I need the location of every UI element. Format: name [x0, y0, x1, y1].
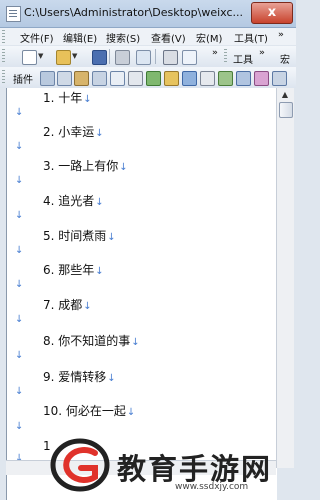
menu-edit[interactable]: 编辑(E) [63, 30, 97, 45]
empty-paragraph-mark: ↓ [15, 141, 24, 152]
standard-toolbar: ▼ ▼ » 工具 » 宏 [0, 46, 296, 67]
line-break-mark: ↓ [83, 94, 92, 105]
plugin-e-icon[interactable] [110, 71, 125, 86]
toolbar-grip [2, 70, 5, 85]
plugin-g-icon[interactable] [146, 71, 161, 86]
menu-file[interactable]: 文件(F) [20, 30, 54, 45]
print-preview-icon[interactable] [136, 50, 151, 65]
text-line-5: 5. 时间煮雨↓ [43, 227, 116, 244]
line-break-mark: ↓ [95, 197, 104, 208]
line-break-mark: ↓ [119, 162, 128, 173]
plugin-h-icon[interactable] [164, 71, 179, 86]
empty-paragraph-mark: ↓ [15, 107, 24, 118]
open-dropdown-icon[interactable]: ▼ [72, 52, 77, 60]
text-line-6: 6. 那些年↓ [43, 261, 104, 278]
plugin-c-icon[interactable] [74, 71, 89, 86]
menu-macro[interactable]: 宏(M) [196, 30, 222, 45]
line-text: 2. 小幸运 [43, 125, 95, 139]
plugin-b-icon[interactable] [57, 71, 72, 86]
line-text: 6. 那些年 [43, 263, 95, 277]
line-break-mark: ↓ [95, 128, 104, 139]
tools-toolbar-label: 工具 [233, 55, 253, 66]
empty-paragraph-mark: ↓ [15, 245, 24, 256]
line-text: 1. 十年 [43, 91, 83, 105]
window-title: C:\Users\Administrator\Desktop\weixc... [24, 6, 244, 19]
toolbar-grip [224, 49, 227, 64]
text-line-3: 3. 一路上有你↓ [43, 157, 128, 174]
line-break-mark: ↓ [107, 373, 116, 384]
plugin-k-icon[interactable] [218, 71, 233, 86]
plugin-n-icon[interactable] [272, 71, 287, 86]
line-text: 4. 追光者 [43, 194, 95, 208]
text-line-1: 1. 十年↓ [43, 89, 92, 106]
text-line-9: 9. 爱情转移↓ [43, 368, 116, 385]
line-break-mark: ↓ [83, 301, 92, 312]
text-line-2: 2. 小幸运↓ [43, 123, 104, 140]
toolbar-grip [2, 49, 5, 64]
scroll-thumb[interactable] [279, 102, 293, 118]
plugin-f-icon[interactable] [128, 71, 143, 86]
print-icon[interactable] [115, 50, 130, 65]
toolbar-overflow-chevron-icon[interactable]: » [212, 48, 218, 58]
line-text: 7. 成都 [43, 298, 83, 312]
menu-view[interactable]: 查看(V) [151, 30, 186, 45]
plugin-m-icon[interactable] [254, 71, 269, 86]
plugin-l-icon[interactable] [236, 71, 251, 86]
toolbar-separator [109, 49, 110, 64]
menu-bar: 文件(F) 编辑(E) 搜索(S) 查看(V) 宏(M) 工具(T) » [0, 28, 296, 45]
line-text: 8. 你不知道的事 [43, 334, 131, 348]
copy-icon[interactable] [182, 50, 197, 65]
watermark-url: www.ssdxjy.com [175, 482, 249, 492]
menu-search[interactable]: 搜索(S) [106, 30, 140, 45]
empty-paragraph-mark: ↓ [15, 314, 24, 325]
text-line-7: 7. 成都↓ [43, 296, 92, 313]
line-text: 10. 何必在一起 [43, 404, 126, 418]
line-break-mark: ↓ [95, 266, 104, 277]
plugin-a-icon[interactable] [40, 71, 55, 86]
new-dropdown-icon[interactable]: ▼ [38, 52, 43, 60]
plugins-toolbar-label: 插件 [13, 75, 33, 86]
plugins-toolbar: 插件 [0, 67, 296, 88]
editor-text-area[interactable]: 1. 十年↓ ↓ 2. 小幸运↓ ↓ 3. 一路上有你↓ ↓ 4. 追光者↓ ↓… [6, 88, 277, 500]
open-folder-icon[interactable] [56, 50, 71, 65]
line-text: 5. 时间煮雨 [43, 229, 107, 243]
text-line-4: 4. 追光者↓ [43, 192, 104, 209]
empty-paragraph-mark: ↓ [15, 279, 24, 290]
new-file-icon[interactable] [22, 50, 37, 65]
close-button[interactable]: x [251, 2, 293, 24]
line-break-mark: ↓ [131, 337, 140, 348]
title-bar: C:\Users\Administrator\Desktop\weixc... … [0, 0, 296, 28]
empty-paragraph-mark: ↓ [15, 210, 24, 221]
toolbar-separator [155, 49, 156, 64]
empty-paragraph-mark: ↓ [15, 386, 24, 397]
menu-grip [2, 30, 5, 43]
macro-toolbar-label: 宏 [280, 55, 290, 66]
vertical-scrollbar[interactable]: ▲ [276, 88, 294, 468]
notepad-app-icon [6, 6, 21, 22]
tools-overflow-chevron-icon[interactable]: » [259, 48, 265, 58]
line-text: 9. 爱情转移 [43, 370, 107, 384]
plugin-d-icon[interactable] [92, 71, 107, 86]
text-line-10: 10. 何必在一起↓ [43, 402, 135, 419]
menu-overflow-chevron-icon[interactable]: » [278, 30, 284, 40]
line-text: 3. 一路上有你 [43, 159, 119, 173]
text-line-8: 8. 你不知道的事↓ [43, 332, 140, 349]
empty-paragraph-mark: ↓ [15, 421, 24, 432]
scroll-up-arrow-icon[interactable]: ▲ [279, 89, 291, 101]
menu-tools[interactable]: 工具(T) [234, 30, 268, 45]
save-icon[interactable] [92, 50, 107, 65]
plugin-i-icon[interactable] [182, 71, 197, 86]
line-break-mark: ↓ [107, 232, 116, 243]
plugin-j-icon[interactable] [200, 71, 215, 86]
cut-icon[interactable] [163, 50, 178, 65]
line-break-mark: ↓ [126, 407, 136, 418]
empty-paragraph-mark: ↓ [15, 175, 24, 186]
watermark-logo-icon [50, 438, 110, 492]
empty-paragraph-mark: ↓ [15, 350, 24, 361]
